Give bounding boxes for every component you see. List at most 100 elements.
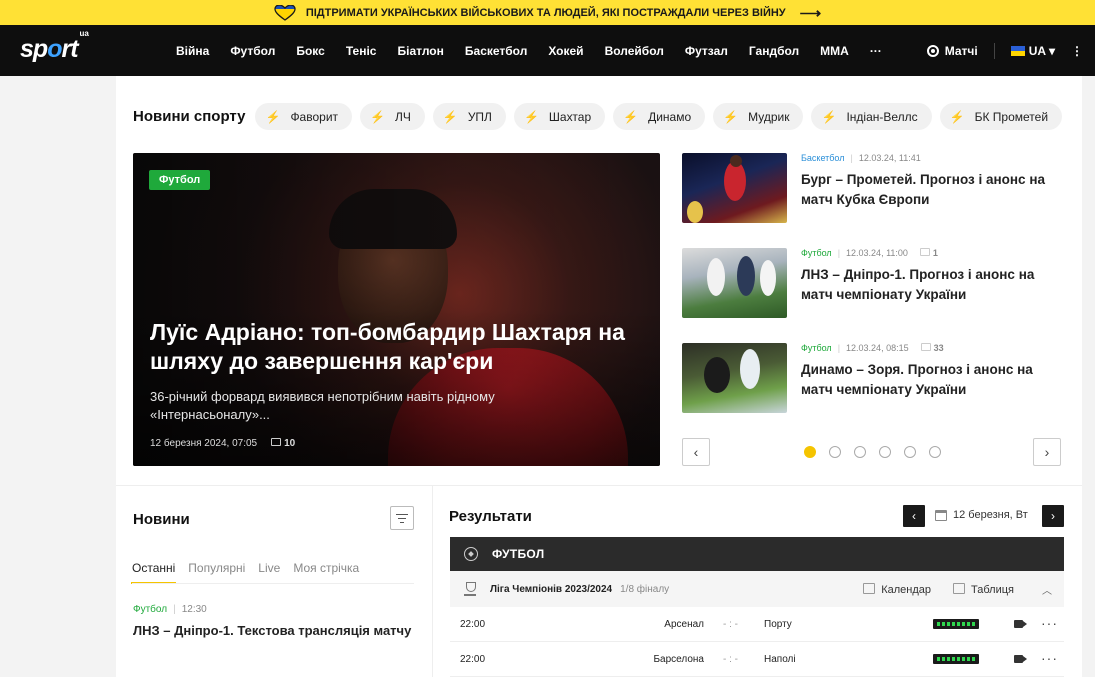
tab-live[interactable]: Live <box>258 561 280 575</box>
date-prev-button[interactable]: ‹ <box>903 505 925 527</box>
nav-item-volleyball[interactable]: Волейбол <box>605 44 664 58</box>
news-category[interactable]: Футбол <box>801 343 832 353</box>
news-date: 12.03.24, 11:00 <box>846 248 908 258</box>
tag-bk-prometey[interactable]: ⚡ БК Прометей <box>939 103 1063 130</box>
column-divider <box>432 486 433 677</box>
news-title[interactable]: Бург – Прометей. Прогноз і анонс на матч… <box>801 170 1061 210</box>
more-options-icon[interactable]: ··· <box>1041 615 1058 631</box>
logo-text-o: o <box>47 35 62 63</box>
bolt-icon: ⚡ <box>949 109 965 124</box>
news-category[interactable]: Футбол <box>801 248 832 258</box>
filter-button[interactable] <box>390 506 414 530</box>
video-camera-icon[interactable] <box>1014 655 1027 663</box>
carousel-dot-active[interactable] <box>804 446 816 458</box>
news-thumbnail <box>682 248 787 318</box>
away-team[interactable]: Наполі <box>764 654 796 665</box>
nav-item-futsal[interactable]: Футзал <box>685 44 728 58</box>
nav-item-biathlon[interactable]: Біатлон <box>397 44 443 58</box>
latest-news-title[interactable]: ЛНЗ – Дніпро-1. Текстова трансляція матч… <box>133 621 413 641</box>
news-category[interactable]: Баскетбол <box>801 153 845 163</box>
trophy-icon <box>464 582 476 596</box>
side-news-item[interactable]: Футбол | 12.03.24, 11:00 1 ЛНЗ – Дніпро-… <box>682 248 1062 320</box>
carousel-dot[interactable] <box>929 446 941 458</box>
tab-popular[interactable]: Популярні <box>188 561 245 575</box>
category-badge[interactable]: Футбол <box>149 170 211 190</box>
carousel-prev-button[interactable]: ‹ <box>682 438 710 466</box>
news-title[interactable]: Динамо – Зоря. Прогноз і анонс на матч ч… <box>801 360 1061 400</box>
filter-icon-line <box>400 521 404 523</box>
match-score: - : - <box>723 619 738 630</box>
date-picker[interactable]: 12 березня, Вт <box>935 509 1028 521</box>
table-link[interactable]: Таблиця <box>953 582 1014 596</box>
news-title[interactable]: ЛНЗ – Дніпро-1. Прогноз і анонс на матч … <box>801 265 1061 305</box>
arrow-right-icon: ⟶ <box>799 4 822 22</box>
tab-my-feed[interactable]: Моя стрічка <box>293 561 359 575</box>
nav-item-war[interactable]: Війна <box>176 44 209 58</box>
video-camera-icon[interactable] <box>1014 620 1027 628</box>
news-meta: Баскетбол | 12.03.24, 11:41 <box>801 153 921 163</box>
table-label: Таблиця <box>971 583 1014 596</box>
hero-comments[interactable]: 10 <box>271 438 295 449</box>
hero-article[interactable]: Футбол Луїс Адріано: топ-бомбардир Шахта… <box>133 153 660 466</box>
home-team[interactable]: Барселона <box>653 654 704 665</box>
news-tabs: Останні Популярні Live Моя стрічка <box>130 561 359 584</box>
language-selector[interactable]: UA ▾ <box>1010 44 1055 58</box>
nav-item-basketball[interactable]: Баскетбол <box>465 44 527 58</box>
kebab-menu-icon[interactable]: ⋮ <box>1071 44 1083 58</box>
news-meta: Футбол | 12.03.24, 11:00 1 <box>801 248 938 258</box>
site-logo[interactable]: sportua <box>20 29 89 64</box>
megogo-logo[interactable] <box>933 654 979 664</box>
chevron-up-icon[interactable]: ︿ <box>1042 582 1052 597</box>
comment-count: 1 <box>932 248 938 258</box>
nav-item-hockey[interactable]: Хокей <box>548 44 583 58</box>
match-time: 22:00 <box>460 654 486 665</box>
carousel-dot[interactable] <box>829 446 841 458</box>
tag-label: Динамо <box>648 109 692 124</box>
matches-button[interactable]: Матчі <box>926 43 978 58</box>
home-team[interactable]: Арсенал <box>664 619 704 630</box>
league-name[interactable]: Ліга Чемпіонів 2023/2024 <box>490 584 612 595</box>
tag-favorit[interactable]: ⚡ Фаворит <box>255 103 353 130</box>
latest-news-time: 12:30 <box>181 604 207 615</box>
nav-item-boxing[interactable]: Бокс <box>296 44 324 58</box>
news-comments[interactable]: 33 <box>920 343 944 353</box>
tag-mudryk[interactable]: ⚡ Мудрик <box>713 103 804 130</box>
away-team[interactable]: Порту <box>764 619 792 630</box>
calendar-link[interactable]: Календар <box>863 582 931 596</box>
latest-news-category[interactable]: Футбол <box>133 604 167 615</box>
carousel-dot[interactable] <box>879 446 891 458</box>
nav-item-mma[interactable]: ММА <box>820 44 849 58</box>
league-row[interactable]: Ліга Чемпіонів 2023/2024 1/8 фіналу Кале… <box>450 571 1064 607</box>
side-news-item[interactable]: Баскетбол | 12.03.24, 11:41 Бург – Проме… <box>682 153 1062 225</box>
results-title: Результати <box>449 508 532 525</box>
news-comments[interactable]: 1 <box>919 248 938 258</box>
carousel-next-button[interactable]: › <box>1033 438 1061 466</box>
sports-news-title[interactable]: Новини спорту <box>133 108 245 125</box>
banner-text: ПІДТРИМАТИ УКРАЇНСЬКИХ ВІЙСЬКОВИХ ТА ЛЮД… <box>305 6 786 19</box>
nav-more-button[interactable]: ··· <box>870 44 882 58</box>
date-next-button[interactable]: › <box>1042 505 1064 527</box>
tag-shakhtar[interactable]: ⚡ Шахтар <box>513 103 606 130</box>
tag-label: БК Прометей <box>974 109 1049 124</box>
tag-upl[interactable]: ⚡ УПЛ <box>432 103 506 130</box>
tag-dynamo[interactable]: ⚡ Динамо <box>613 103 706 130</box>
live-dot-icon <box>926 44 939 57</box>
tag-lch[interactable]: ⚡ ЛЧ <box>360 103 425 130</box>
bolt-icon: ⚡ <box>370 109 385 124</box>
side-news-item[interactable]: Футбол | 12.03.24, 08:15 33 Динамо – Зор… <box>682 343 1062 415</box>
nav-item-tennis[interactable]: Теніс <box>346 44 377 58</box>
more-options-icon[interactable]: ··· <box>1041 650 1058 666</box>
carousel-dot[interactable] <box>904 446 916 458</box>
nav-item-handball[interactable]: Гандбол <box>749 44 799 58</box>
support-banner[interactable]: ПІДТРИМАТИ УКРАЇНСЬКИХ ВІЙСЬКОВИХ ТА ЛЮД… <box>0 0 1095 25</box>
match-row[interactable]: 22:00 Арсенал - : - Порту ··· <box>450 607 1064 642</box>
megogo-logo[interactable] <box>933 619 979 629</box>
nav-item-football[interactable]: Футбол <box>230 44 275 58</box>
match-row[interactable]: 22:00 Барселона - : - Наполі ··· <box>450 642 1064 677</box>
tab-latest[interactable]: Останні <box>130 561 177 584</box>
carousel-dot[interactable] <box>854 446 866 458</box>
tag-indian-wells[interactable]: ⚡ Індіан-Веллс <box>811 103 932 130</box>
matches-label: Матчі <box>944 43 978 58</box>
hero-date: 12 березня 2024, 07:05 <box>150 438 258 449</box>
hero-title[interactable]: Луїс Адріано: топ-бомбардир Шахтаря на ш… <box>150 318 650 376</box>
